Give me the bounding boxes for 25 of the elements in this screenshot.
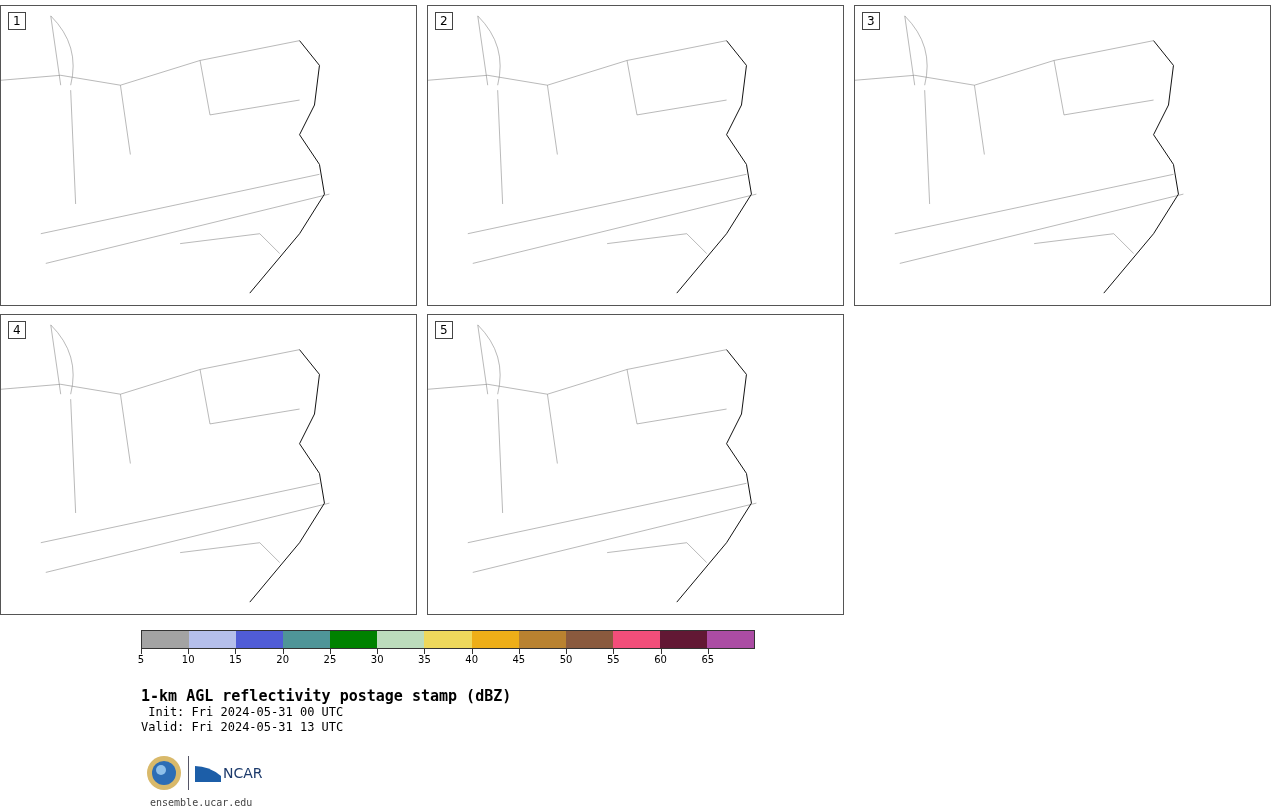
tick-label: 5 (137, 655, 145, 665)
tick-label: 15 (229, 655, 242, 665)
tick-label: 60 (654, 655, 667, 665)
tick-label: 20 (276, 655, 290, 665)
valid-time: Valid: Fri 2024-05-31 13 UTC (141, 720, 345, 735)
tick-label: 35 (418, 655, 431, 665)
panel-number: 3 (862, 12, 880, 30)
panel-number: 4 (8, 321, 26, 339)
tick-label: 25 (323, 655, 337, 665)
seal-logo-icon (146, 755, 182, 791)
plot-title: 1-km AGL reflectivity postage stamp (dBZ) (141, 687, 513, 705)
logo-text: NCAR (223, 765, 263, 781)
tick-label: 10 (181, 655, 195, 665)
swoosh-logo-icon (195, 764, 221, 782)
panel-number: 5 (435, 321, 453, 339)
tick-label: 50 (559, 655, 573, 665)
website-url: ensemble.ucar.edu (150, 797, 254, 808)
tick-label: 55 (607, 655, 620, 665)
tick-label: 40 (465, 655, 478, 665)
tick-label: 65 (701, 655, 715, 665)
tick-label: 30 (370, 655, 384, 665)
panel-number: 2 (435, 12, 453, 30)
panel-number: 1 (8, 12, 26, 30)
init-time: Init: Fri 2024-05-31 00 UTC (147, 705, 345, 720)
tick-label: 45 (512, 655, 526, 665)
